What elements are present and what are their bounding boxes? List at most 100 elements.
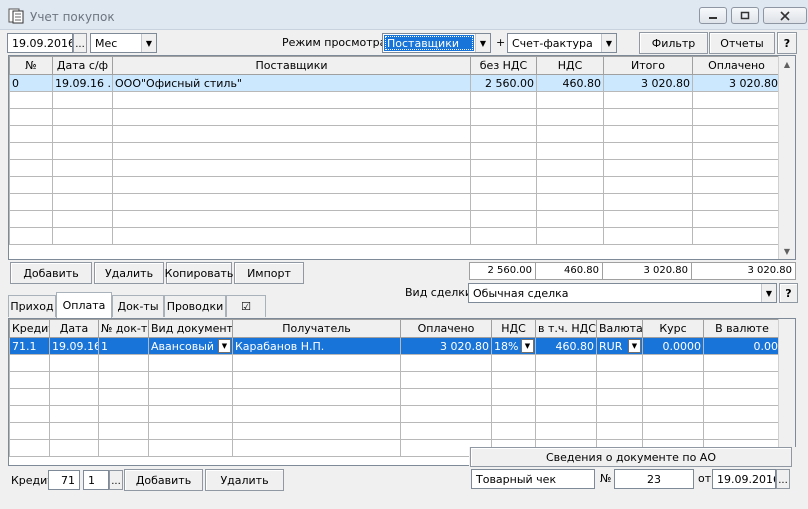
table-row[interactable] xyxy=(9,388,781,406)
maximize-button[interactable] xyxy=(731,7,759,24)
table-row[interactable] xyxy=(9,125,781,143)
minimize-icon xyxy=(709,16,717,19)
table-row[interactable]: 0 19.09.16 ... ООО"Офисный стиль" 2 560.… xyxy=(9,74,781,92)
table-row[interactable] xyxy=(9,210,781,228)
tab-documents[interactable]: Док-ты xyxy=(112,295,164,317)
col-total[interactable]: Итого xyxy=(603,56,693,75)
suppliers-grid[interactable]: № Дата с/ф Поставщики без НДС НДС Итого … xyxy=(8,55,796,260)
tab-payment[interactable]: Оплата xyxy=(56,292,112,318)
cell-invoice-date[interactable]: 19.09.16 ... xyxy=(52,74,113,92)
col-invoice-date[interactable]: Дата с/ф xyxy=(52,56,113,75)
chevron-down-icon[interactable]: ▼ xyxy=(141,34,156,52)
ao-date-field[interactable]: 19.09.2016 xyxy=(712,469,776,489)
window-title: Учет покупок xyxy=(30,10,115,24)
table-row[interactable] xyxy=(9,108,781,126)
help-button[interactable]: ? xyxy=(777,32,797,54)
chevron-down-icon[interactable]: ▼ xyxy=(218,339,231,353)
table-row[interactable] xyxy=(9,371,781,389)
cell-vat[interactable]: 460.80 xyxy=(536,74,604,92)
cell-rate[interactable]: 0.0000 xyxy=(642,337,704,355)
col-credit[interactable]: Кредит xyxy=(9,319,50,338)
table-row[interactable] xyxy=(9,354,781,372)
cell-without-vat[interactable]: 2 560.00 xyxy=(470,74,537,92)
col-doc-number[interactable]: № док-та xyxy=(98,319,149,338)
vertical-scrollbar[interactable]: ▲ ▼ xyxy=(778,56,795,259)
chevron-down-icon[interactable]: ▼ xyxy=(628,339,641,353)
payments-grid[interactable]: Кредит Дата № док-та Вид документа Получ… xyxy=(8,318,796,466)
col-rate[interactable]: Курс xyxy=(642,319,704,338)
table-row[interactable] xyxy=(9,176,781,194)
cell-vat-included[interactable]: 460.80 xyxy=(535,337,597,355)
col-number[interactable]: № xyxy=(9,56,53,75)
chevron-down-icon[interactable]: ▼ xyxy=(601,34,616,52)
period-combo[interactable]: Мес ▼ xyxy=(90,33,157,53)
cell-doc-kind[interactable]: Авансовый от ▼ xyxy=(148,337,233,355)
col-date[interactable]: Дата xyxy=(49,319,99,338)
table-row[interactable] xyxy=(9,193,781,211)
ao-doc-type-field[interactable]: Товарный чек xyxy=(471,469,595,489)
chevron-down-icon[interactable]: ▼ xyxy=(475,34,490,52)
filter-button[interactable]: Фильтр xyxy=(639,32,708,54)
chevron-down-icon[interactable]: ▼ xyxy=(521,339,534,353)
add-supplier-button[interactable]: Добавить xyxy=(10,262,92,284)
ao-number-field[interactable]: 23 xyxy=(614,469,694,489)
add-payment-button[interactable]: Добавить xyxy=(124,469,203,491)
delete-supplier-button[interactable]: Удалить xyxy=(94,262,164,284)
col-vat[interactable]: НДС xyxy=(536,56,604,75)
reports-button[interactable]: Отчеты xyxy=(709,32,775,54)
table-row[interactable] xyxy=(9,405,781,423)
minimize-button[interactable] xyxy=(699,7,727,24)
col-in-currency[interactable]: В валюте xyxy=(703,319,781,338)
cell-supplier[interactable]: ООО"Офисный стиль" xyxy=(112,74,471,92)
tab-checkbox[interactable]: ☑ xyxy=(226,295,266,317)
scroll-up-icon[interactable]: ▲ xyxy=(779,56,795,72)
table-row[interactable]: 71.1 19.09.16 1 Авансовый от ▼ Карабанов … xyxy=(9,337,781,355)
table-row[interactable] xyxy=(9,91,781,109)
col-currency[interactable]: Валюта xyxy=(596,319,643,338)
col-paid[interactable]: Оплачено xyxy=(692,56,781,75)
vertical-scrollbar[interactable] xyxy=(778,319,795,465)
delete-payment-button[interactable]: Удалить xyxy=(205,469,284,491)
cell-number[interactable]: 0 xyxy=(9,74,53,92)
tab-postings[interactable]: Проводки xyxy=(164,295,226,317)
cell-credit[interactable]: 71.1 xyxy=(9,337,50,355)
col-recipient[interactable]: Получатель xyxy=(232,319,401,338)
table-row[interactable] xyxy=(9,227,781,245)
table-row[interactable] xyxy=(9,142,781,160)
cell-currency[interactable]: RUR ▼ xyxy=(596,337,643,355)
cell-paid[interactable]: 3 020.80 xyxy=(400,337,492,355)
close-button[interactable] xyxy=(763,7,807,24)
ao-date-picker-button[interactable]: ... xyxy=(776,469,790,489)
cell-doc-number[interactable]: 1 xyxy=(98,337,149,355)
table-row[interactable] xyxy=(9,159,781,177)
deal-type-combo[interactable]: Обычная сделка ▼ xyxy=(468,283,777,303)
import-button[interactable]: Импорт xyxy=(234,262,304,284)
chevron-down-icon[interactable]: ▼ xyxy=(761,284,776,302)
credit-account-field[interactable]: 71 xyxy=(48,470,80,490)
copy-button[interactable]: Копировать xyxy=(165,262,233,284)
doc-type-combo[interactable]: Счет-фактура ▼ xyxy=(507,33,617,53)
cell-paid[interactable]: 3 020.80 xyxy=(692,74,781,92)
cell-date[interactable]: 19.09.16 xyxy=(49,337,99,355)
col-paid[interactable]: Оплачено xyxy=(400,319,492,338)
cell-total[interactable]: 3 020.80 xyxy=(603,74,693,92)
deal-help-button[interactable]: ? xyxy=(779,283,798,303)
col-doc-kind[interactable]: Вид документа xyxy=(148,319,233,338)
col-vat-included[interactable]: в т.ч. НДС xyxy=(535,319,597,338)
date-picker-button[interactable]: ... xyxy=(73,33,87,53)
col-without-vat[interactable]: без НДС xyxy=(470,56,537,75)
cell-recipient[interactable]: Карабанов Н.П. xyxy=(232,337,401,355)
scroll-down-icon[interactable]: ▼ xyxy=(779,243,795,259)
view-mode-combo[interactable]: Поставщики ▼ xyxy=(382,33,491,53)
credit-subaccount-field[interactable]: 1 xyxy=(83,470,109,490)
maximize-icon xyxy=(740,11,750,20)
cell-in-currency[interactable]: 0.00 xyxy=(703,337,781,355)
col-supplier[interactable]: Поставщики xyxy=(112,56,471,75)
tab-income[interactable]: Приход xyxy=(8,295,56,317)
date-field[interactable]: 19.09.2016 xyxy=(7,33,73,53)
ao-info-header[interactable]: Сведения о документе по АО xyxy=(470,447,792,467)
credit-picker-button[interactable]: ... xyxy=(109,470,123,490)
cell-vat-rate[interactable]: 18% ▼ xyxy=(491,337,536,355)
table-row[interactable] xyxy=(9,422,781,440)
col-vat-rate[interactable]: НДС xyxy=(491,319,536,338)
